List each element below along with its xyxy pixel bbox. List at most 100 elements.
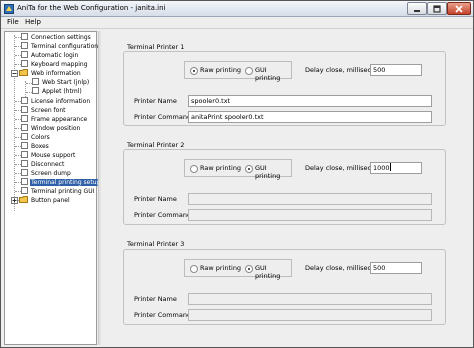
printer-3-name-label: Printer Name (134, 295, 177, 303)
tree-item-colors[interactable]: Colors (21, 133, 51, 142)
tree-item-boxes[interactable]: Boxes (21, 142, 50, 151)
tree-item-label: Applet (html) (42, 88, 82, 95)
tree-item-label: Web information (31, 70, 81, 77)
printer-2-gui-radio[interactable] (245, 165, 253, 173)
document-leaf-icon (21, 142, 28, 149)
tree-item-screen-dump[interactable]: Screen dump (21, 169, 72, 178)
tree-item-screen-font[interactable]: Screen font (21, 106, 66, 115)
document-leaf-icon (21, 106, 28, 113)
menu-file[interactable]: File (7, 18, 19, 26)
tree-item-terminal-printing-gui[interactable]: Terminal printing GUI (21, 187, 95, 196)
printer-3-command-input[interactable] (188, 309, 432, 321)
tree-item-frame-appearance[interactable]: Frame appearance (21, 115, 88, 124)
tree-item-connection-settings[interactable]: Connection settings (21, 33, 92, 42)
tree-collapse-toggle[interactable] (11, 70, 18, 77)
document-leaf-icon (21, 169, 28, 176)
printer-2-command-input[interactable] (188, 209, 432, 221)
tree-item-terminal-configuration[interactable]: Terminal configuration (21, 42, 99, 51)
document-leaf-icon (21, 160, 28, 167)
printer-2-raw-radio[interactable] (190, 165, 198, 173)
document-leaf-icon (32, 78, 39, 85)
document-leaf-icon (21, 97, 28, 104)
printer-1-name-input[interactable]: spooler0.txt (188, 95, 432, 107)
printer-2-name-input[interactable] (188, 193, 432, 205)
tree-item-label: Colors (31, 134, 50, 141)
printer-2-raw-label: Raw printing (200, 164, 242, 172)
title-bar[interactable]: AniTa for the Web Configuration - janita… (1, 1, 473, 17)
tree-item-button-panel[interactable]: Button panel (19, 196, 71, 205)
maximize-icon (433, 4, 441, 13)
tree-item-label: Disconnect (31, 161, 65, 168)
printer-1-command-label: Printer Command (134, 113, 192, 121)
printer-3-raw-label: Raw printing (200, 264, 242, 272)
tree-item-keyboard-mapping[interactable]: Keyboard mapping (21, 60, 89, 69)
panel-splitter[interactable] (98, 31, 101, 345)
printer-1-delay-input[interactable]: 500 (370, 64, 422, 76)
tree-expand-toggle[interactable] (11, 197, 18, 204)
printer-3-name-input[interactable] (188, 293, 432, 305)
minimize-button[interactable] (407, 2, 427, 15)
printer-3-gui-radio[interactable] (245, 265, 253, 273)
printer-2-title: Terminal Printer 2 (127, 141, 185, 149)
printer-3-gui-label: GUI printing (255, 264, 281, 280)
document-leaf-icon (21, 33, 28, 40)
document-leaf-icon (21, 124, 28, 131)
tree-item-label: Terminal printing setup (30, 179, 102, 186)
tree-item-mouse-support[interactable]: Mouse support (21, 151, 76, 160)
printer-3-title: Terminal Printer 3 (127, 240, 185, 248)
printer-1-raw-radio[interactable] (190, 67, 198, 75)
printer-1-title: Terminal Printer 1 (127, 43, 185, 51)
printer-2-delay-value: 1000 (373, 164, 390, 172)
tree-item-terminal-printing-setup[interactable]: Terminal printing setup (21, 178, 102, 187)
tree-item-applet[interactable]: Applet (html) (32, 87, 83, 96)
printer-1-name-label: Printer Name (134, 97, 177, 105)
close-button[interactable] (447, 2, 471, 15)
printer-1-gui-radio[interactable] (245, 67, 253, 75)
printer-1-command-input[interactable]: anitaPrint spooler0.txt (188, 111, 432, 123)
printer-2-group: Raw printing GUI printing Delay close, m… (123, 149, 446, 225)
tree-item-web-start[interactable]: Web Start (jnlp) (32, 78, 90, 87)
document-leaf-icon (21, 51, 28, 58)
printer-3-delay-input[interactable]: 500 (370, 262, 422, 274)
document-leaf-icon (21, 187, 28, 194)
printer-1-group: Raw printing GUI printing Delay close, m… (123, 51, 446, 126)
printer-3-group: Raw printing GUI printing Delay close, m… (123, 249, 446, 325)
tree-item-label: Terminal configuration (31, 43, 99, 50)
tree-item-label: Connection settings (31, 34, 91, 41)
printer-3-command-label: Printer Command (134, 311, 192, 319)
printer-2-delay-input[interactable]: 1000 (370, 162, 422, 174)
printer-1-mode-group: Raw printing GUI printing (184, 61, 292, 82)
close-icon (455, 4, 463, 13)
tree-item-disconnect[interactable]: Disconnect (21, 160, 65, 169)
tree-connector (14, 35, 15, 211)
tree-item-automatic-login[interactable]: Automatic login (21, 51, 79, 60)
document-leaf-icon (21, 115, 28, 122)
text-caret (389, 163, 391, 171)
tree-item-label: Screen font (31, 107, 66, 114)
tree-item-web-information[interactable]: Web information (19, 69, 82, 78)
maximize-button[interactable] (427, 2, 447, 15)
tree-item-license-information[interactable]: License information (21, 97, 91, 106)
menu-help[interactable]: Help (25, 18, 41, 26)
window-title: AniTa for the Web Configuration - janita… (17, 4, 166, 12)
tree-item-label: Frame appearance (31, 116, 88, 123)
tree-item-label: Automatic login (31, 52, 79, 59)
tree-item-label: Window position (31, 125, 81, 132)
tree-item-window-position[interactable]: Window position (21, 124, 81, 133)
minimize-icon (414, 9, 420, 12)
document-leaf-icon (21, 178, 28, 185)
tree-item-label: Boxes (31, 143, 49, 150)
printing-setup-panel: Terminal Printer 1 Raw printing GUI prin… (104, 31, 470, 345)
tree-item-label: Keyboard mapping (31, 61, 88, 68)
folder-icon (19, 196, 28, 203)
settings-tree[interactable]: Connection settings Terminal configurati… (4, 31, 102, 345)
printer-1-raw-label: Raw printing (200, 66, 242, 74)
tree-item-label: License information (31, 98, 91, 105)
printer-3-raw-radio[interactable] (190, 265, 198, 273)
app-window: AniTa for the Web Configuration - janita… (0, 0, 474, 348)
printer-2-mode-group: Raw printing GUI printing (184, 159, 292, 180)
printer-2-name-label: Printer Name (134, 195, 177, 203)
folder-icon (19, 69, 28, 76)
tree-item-label: Button panel (31, 197, 70, 204)
app-icon (4, 4, 14, 14)
